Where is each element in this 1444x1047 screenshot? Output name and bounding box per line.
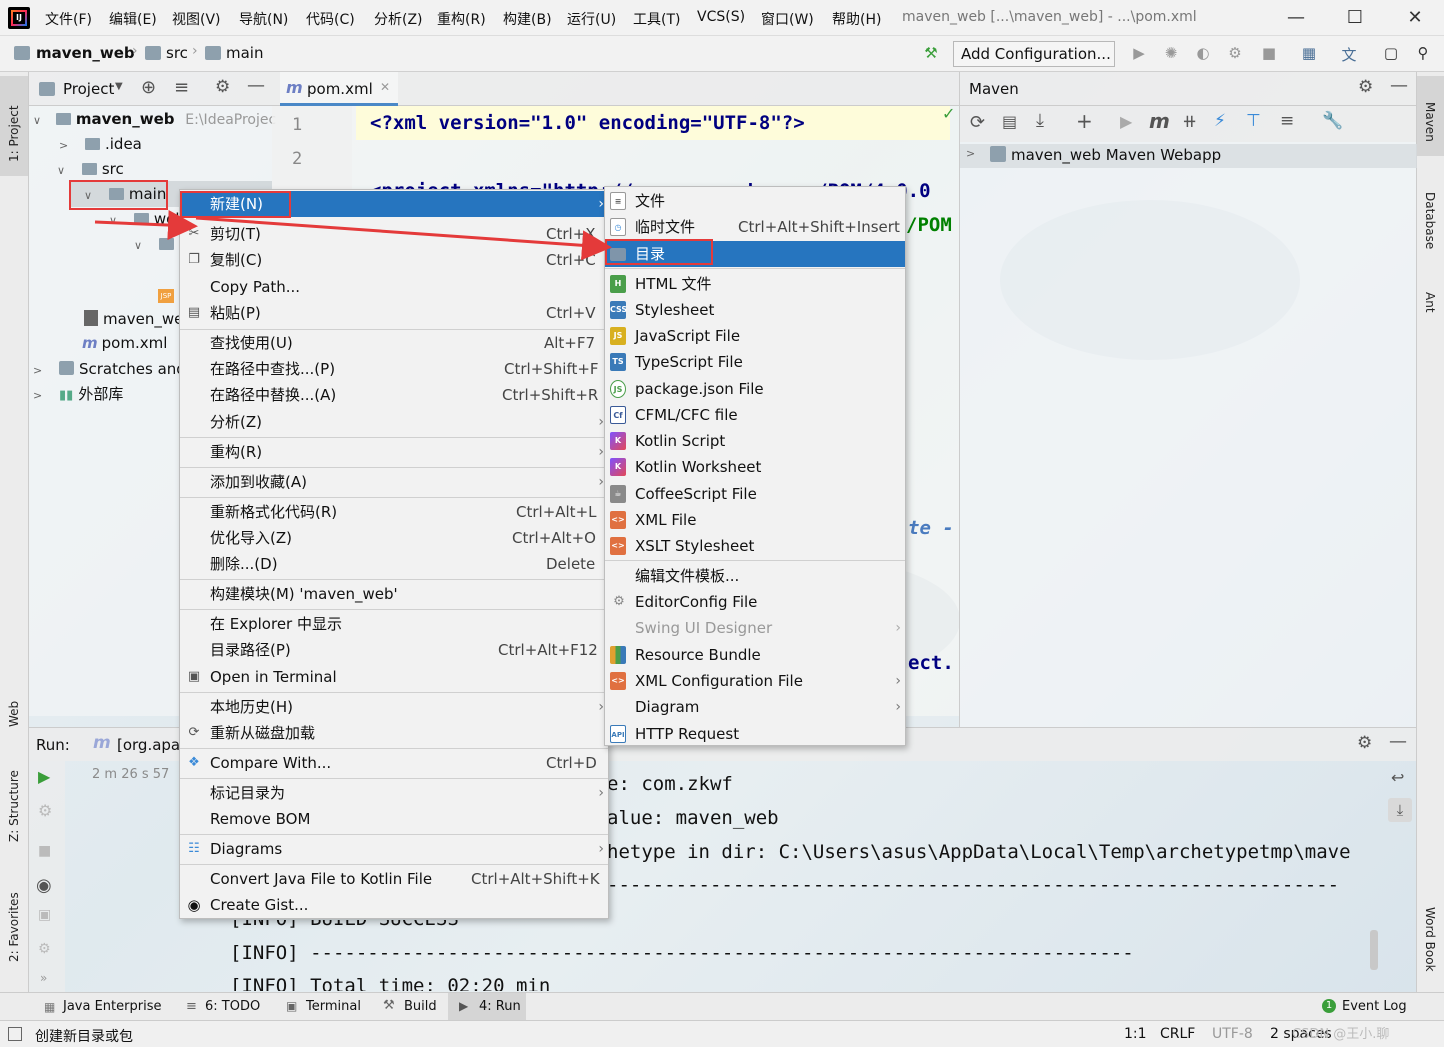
annotation-arrows	[94, 210, 612, 261]
